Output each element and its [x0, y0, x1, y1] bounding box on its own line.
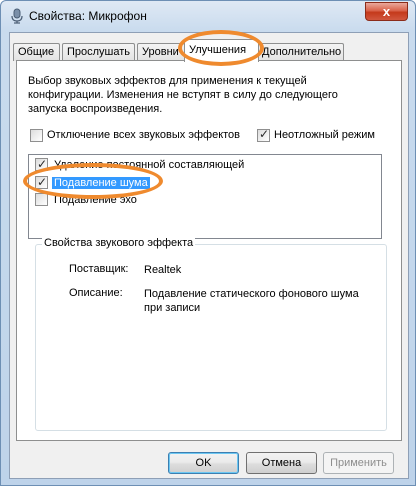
description-line: Выбор звуковых эффектов для применения к…: [28, 75, 307, 87]
disable-all-box[interactable]: [30, 129, 43, 142]
tab-levels[interactable]: Уровни: [137, 43, 185, 61]
cancel-button[interactable]: Отмена: [246, 452, 317, 474]
effect-checkbox[interactable]: [35, 193, 48, 206]
apply-button[interactable]: Применить: [323, 452, 394, 474]
disable-all-label: Отключение всех звуковых эффектов: [47, 129, 240, 141]
tab-advanced[interactable]: Дополнительно: [257, 43, 344, 61]
effect-checkbox[interactable]: [35, 175, 48, 190]
ok-button[interactable]: OK: [168, 452, 239, 474]
microphone-icon: [9, 8, 25, 24]
effect-checkbox[interactable]: [35, 157, 48, 172]
effect-echo-cancellation[interactable]: Подавление эхо: [35, 193, 139, 209]
effect-dc-offset-removal[interactable]: Удаление постоянной составляющей: [35, 157, 246, 174]
description-label: Описание:: [69, 287, 123, 299]
description-value: Подавление статического фонового шума пр…: [144, 288, 359, 314]
effect-noise-suppression[interactable]: Подавление шума: [35, 175, 150, 192]
properties-window: Свойства: Микрофон x Общие Прослушать Ур…: [0, 0, 416, 486]
provider-label: Поставщик:: [69, 263, 129, 275]
enhancements-description: Выбор звуковых эффектов для применения к…: [28, 74, 358, 116]
effects-list[interactable]: Удаление постоянной составляющей Подавле…: [28, 154, 382, 239]
effect-label: Подавление эхо: [54, 194, 137, 206]
disable-all-effects-checkbox[interactable]: Отключение всех звуковых эффектов: [30, 129, 240, 143]
tab-strip: Общие Прослушать Уровни Улучшения Дополн…: [10, 39, 408, 62]
tab-listen[interactable]: Прослушать: [62, 43, 135, 61]
tab-enhancements[interactable]: Улучшения: [184, 39, 259, 62]
immediate-mode-checkbox[interactable]: Неотложный режим: [257, 128, 375, 143]
description-line: запуска воспроизведения.: [28, 103, 163, 115]
description-line: конфигурации. Изменения не вступят в сил…: [28, 89, 338, 101]
immediate-mode-box[interactable]: [257, 128, 270, 142]
immediate-mode-label: Неотложный режим: [274, 129, 375, 141]
close-icon: x: [382, 4, 391, 19]
dialog-client: Общие Прослушать Уровни Улучшения Дополн…: [9, 32, 409, 479]
title-bar[interactable]: Свойства: Микрофон x: [1, 1, 415, 32]
effect-properties-title: Свойства звукового эффекта: [42, 237, 196, 249]
effect-label: Подавление шума: [52, 177, 150, 189]
window-title: Свойства: Микрофон: [29, 9, 147, 23]
tab-general[interactable]: Общие: [13, 43, 60, 61]
close-button[interactable]: x: [365, 2, 408, 21]
provider-value: Realtek: [144, 264, 182, 276]
effect-label: Удаление постоянной составляющей: [54, 159, 245, 171]
